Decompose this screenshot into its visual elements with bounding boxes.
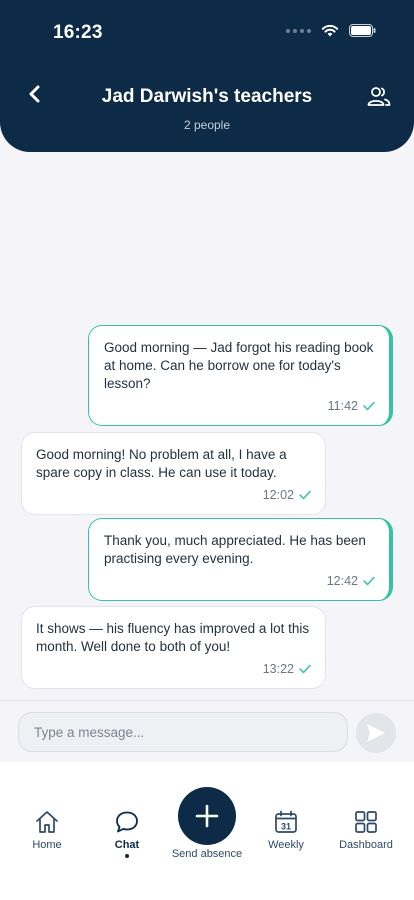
message-time: 12:02 — [262, 488, 294, 502]
nav-dashboard[interactable]: Dashboard — [326, 808, 406, 851]
send-absence-button[interactable] — [178, 787, 236, 845]
message-text: Good morning — Jad forgot his reading bo… — [104, 340, 374, 391]
nav-home[interactable]: Home — [7, 808, 87, 851]
message-meta: 12:42 — [104, 572, 375, 590]
message-outgoing[interactable]: Thank you, much appreciated. He has been… — [88, 518, 393, 601]
message-incoming[interactable]: It shows — his fluency has improved a lo… — [21, 606, 326, 689]
message-meta: 11:42 — [104, 397, 375, 415]
wifi-icon — [321, 24, 339, 37]
message-outgoing[interactable]: Good morning — Jad forgot his reading bo… — [88, 325, 393, 426]
message-time: 12:42 — [326, 574, 358, 588]
chat-header: 16:23 Jad Darwish's teachers 2 people — [0, 0, 414, 152]
check-icon — [299, 664, 311, 674]
check-icon — [363, 576, 375, 586]
message-text: Good morning! No problem at all, I have … — [36, 447, 287, 480]
participants-button[interactable] — [366, 84, 392, 110]
chat-bubble-icon — [116, 811, 138, 833]
calendar-icon: 31 — [275, 810, 297, 833]
message-meta: 13:22 — [36, 660, 311, 678]
send-absence-label: Send absence — [171, 848, 243, 860]
participants-count: 2 people — [183, 118, 231, 132]
nav-weekly-label: Weekly — [268, 839, 304, 851]
message-text: Thank you, much appreciated. He has been… — [104, 533, 366, 566]
chat-title: Jad Darwish's teachers — [101, 86, 313, 107]
nav-chat[interactable]: Chat — [87, 808, 167, 858]
check-icon — [363, 401, 375, 411]
battery-icon — [349, 24, 376, 37]
check-icon — [299, 490, 311, 500]
active-indicator — [125, 854, 129, 858]
grid-icon — [355, 811, 377, 833]
nav-home-label: Home — [32, 839, 62, 851]
nav-weekly[interactable]: 31 Weekly — [246, 808, 326, 851]
nav-dashboard-label: Dashboard — [339, 839, 393, 851]
calendar-day: 31 — [281, 822, 291, 832]
message-composer — [0, 700, 414, 763]
message-time: 11:42 — [327, 399, 358, 413]
nav-chat-label: Chat — [114, 839, 140, 851]
message-meta: 12:02 — [36, 486, 311, 504]
send-icon — [367, 724, 385, 742]
message-text: It shows — his fluency has improved a lo… — [36, 621, 310, 654]
plus-icon — [195, 804, 219, 828]
signal-dots-icon — [286, 28, 311, 33]
status-time: 16:23 — [53, 22, 103, 43]
home-icon — [36, 811, 58, 833]
bottom-nav: Home Chat Send absence 31 Weekly Dashboa… — [0, 762, 414, 900]
message-time: 13:22 — [262, 662, 294, 676]
message-incoming[interactable]: Good morning! No problem at all, I have … — [21, 432, 326, 515]
status-icons — [286, 24, 376, 37]
message-input[interactable] — [18, 712, 348, 752]
people-icon — [367, 87, 391, 106]
send-button[interactable] — [356, 713, 396, 753]
